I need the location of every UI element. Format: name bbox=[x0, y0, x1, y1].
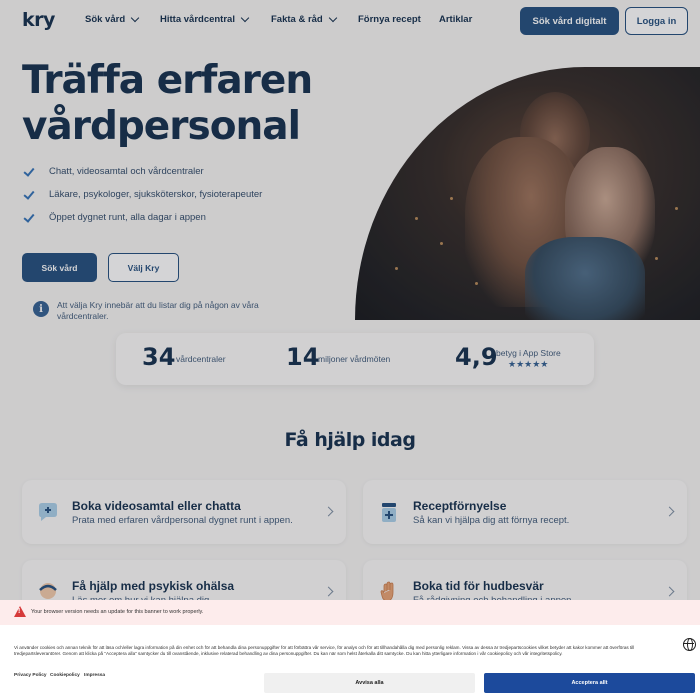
nav-label: Fakta & råd bbox=[271, 14, 323, 25]
nav-label: Hitta vårdcentral bbox=[160, 14, 235, 25]
nav-item-hitta-vardcentral[interactable]: Hitta vårdcentral bbox=[160, 13, 250, 25]
accept-all-button[interactable]: Acceptera allt bbox=[484, 673, 695, 693]
checkmark-icon bbox=[22, 211, 36, 225]
sok-vard-digitalt-button[interactable]: Sök vård digitalt bbox=[520, 7, 619, 35]
checkmark-icon bbox=[22, 165, 36, 179]
hero-image-light bbox=[450, 197, 453, 200]
stat-number: 34 bbox=[142, 343, 176, 371]
chevron-right-icon bbox=[323, 586, 334, 597]
nav-item-fornya-recept[interactable]: Förnya recept bbox=[358, 14, 421, 25]
valj-kry-button[interactable]: Välj Kry bbox=[108, 253, 179, 282]
rating-stars-icon: ★★★★★ bbox=[508, 359, 549, 369]
hero-image-light bbox=[415, 217, 418, 220]
nav-label: Förnya recept bbox=[358, 14, 421, 25]
chevron-right-icon bbox=[323, 506, 334, 517]
feature-item: Chatt, videosamtal och vårdcentraler bbox=[22, 160, 262, 183]
card-desc: Så kan vi hjälpa dig att förnya recept. bbox=[413, 515, 570, 526]
card-desc: Prata med erfaren vårdpersonal dygnet ru… bbox=[72, 515, 293, 526]
info-icon: i bbox=[33, 301, 49, 317]
section-title: Få hjälp idag bbox=[284, 429, 416, 451]
card-receptfornyelse[interactable]: Receptförnyelse Så kan vi hjälpa dig att… bbox=[363, 480, 687, 544]
card-title: Receptförnyelse bbox=[413, 499, 507, 513]
card-title: Få hjälp med psykisk ohälsa bbox=[72, 579, 235, 593]
nav-label: Sök vård bbox=[85, 14, 126, 25]
cookie-text: Vi använder cookies och annan teknik för… bbox=[14, 645, 635, 656]
sok-vard-button[interactable]: Sök vård bbox=[22, 253, 97, 282]
stat-label: miljoner vårdmöten bbox=[318, 354, 391, 364]
impressum-link[interactable]: Impressa bbox=[84, 673, 105, 678]
top-navigation: kry Sök vård Hitta vårdcentral Fakta & r… bbox=[0, 0, 700, 42]
hero-image-light bbox=[395, 267, 398, 270]
card-videosamtal[interactable]: Boka videosamtal eller chatta Prata med … bbox=[22, 480, 346, 544]
hero-image-light bbox=[475, 282, 478, 285]
nav-item-artiklar[interactable]: Artiklar bbox=[439, 14, 472, 25]
hero-image bbox=[355, 67, 700, 320]
chevron-down-icon bbox=[240, 13, 250, 22]
feature-item: Öppet dygnet runt, alla dagar i appen bbox=[22, 206, 262, 229]
chevron-down-icon bbox=[328, 13, 337, 22]
globe-icon[interactable] bbox=[683, 638, 696, 651]
warning-icon: ! bbox=[14, 606, 26, 617]
chat-bubble-plus-icon bbox=[39, 503, 57, 521]
card-title: Boka videosamtal eller chatta bbox=[72, 499, 241, 513]
prescription-icon bbox=[382, 503, 396, 522]
feature-item: Läkare, psykologer, sjuksköterskor, fysi… bbox=[22, 183, 262, 206]
feature-list: Chatt, videosamtal och vårdcentraler Läk… bbox=[22, 160, 262, 229]
chevron-right-icon bbox=[664, 506, 675, 517]
login-button[interactable]: Logga in bbox=[625, 7, 688, 35]
nav-item-fakta-rad[interactable]: Fakta & råd bbox=[271, 13, 337, 25]
hero-image-blanket bbox=[525, 237, 645, 320]
chevron-right-icon bbox=[664, 586, 675, 597]
stat-label: vårdcentraler bbox=[176, 354, 226, 364]
stat-label: betyg i App Store bbox=[496, 348, 561, 358]
hero-image-light bbox=[655, 257, 658, 260]
chevron-down-icon bbox=[130, 13, 140, 22]
stat-number: 14 bbox=[286, 343, 320, 371]
kry-logo[interactable]: kry bbox=[22, 9, 55, 31]
hero-image-light bbox=[675, 207, 678, 210]
stat-number: 4,9 bbox=[455, 343, 498, 371]
card-title: Boka tid för hudbesvär bbox=[413, 579, 544, 593]
cookie-policy-link[interactable]: Cookiepolicy bbox=[50, 673, 80, 678]
reject-all-button[interactable]: Avvisa alla bbox=[264, 673, 475, 693]
hero-image-light bbox=[440, 242, 443, 245]
checkmark-icon bbox=[22, 188, 36, 202]
warning-text: Your browser version needs an update for… bbox=[31, 609, 204, 615]
privacy-policy-link[interactable]: Privacy Policy bbox=[14, 673, 47, 678]
nav-label: Artiklar bbox=[439, 14, 473, 25]
hero-title: Träffa erfaren vårdpersonal bbox=[22, 58, 313, 149]
feature-text: Öppet dygnet runt, alla dagar i appen bbox=[49, 212, 206, 223]
feature-text: Läkare, psykologer, sjuksköterskor, fysi… bbox=[49, 189, 263, 200]
nav-item-sok-vard[interactable]: Sök vård bbox=[85, 13, 140, 25]
feature-text: Chatt, videosamtal och vårdcentraler bbox=[49, 166, 204, 177]
info-text: Att välja Kry innebär att du listar dig … bbox=[57, 300, 259, 321]
